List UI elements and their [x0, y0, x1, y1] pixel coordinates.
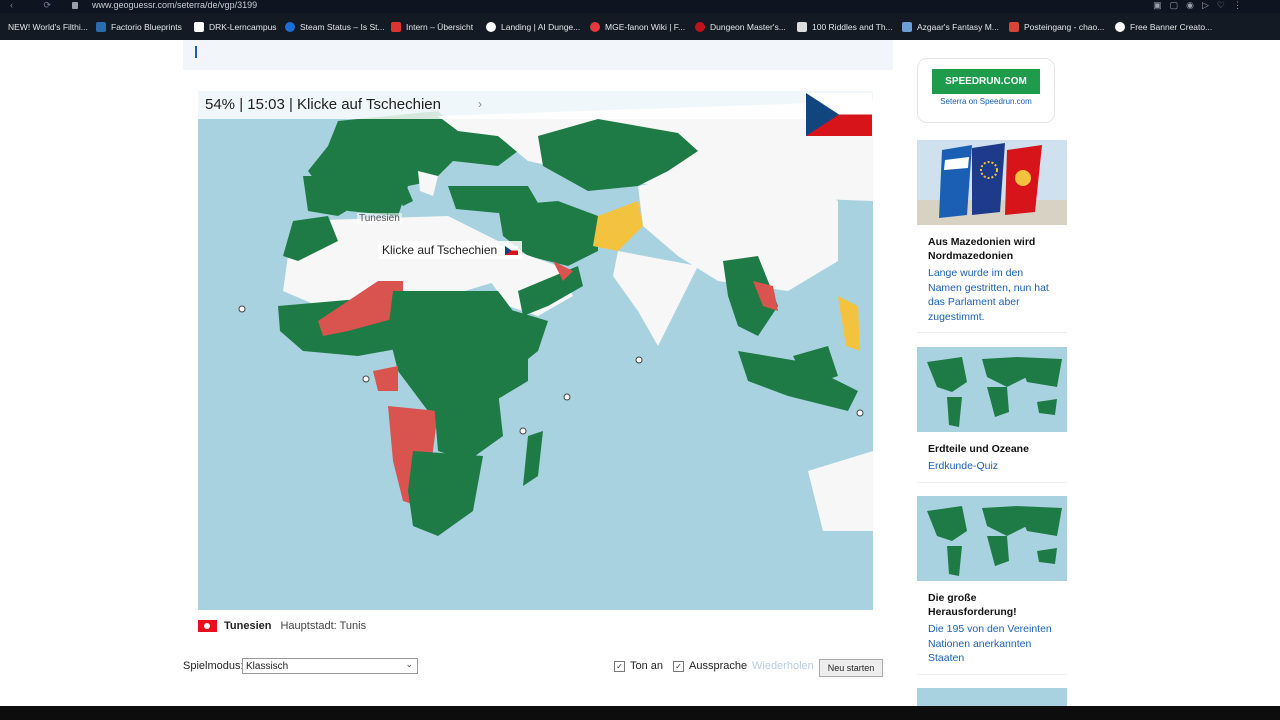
steam-icon — [285, 22, 295, 32]
sidebar-card-partial[interactable] — [917, 688, 1067, 707]
extension-icons[interactable]: ▣▢◉▷♡⋮ — [1153, 0, 1250, 11]
country-info-row: Tunesien Hauptstadt: Tunis — [198, 618, 366, 634]
bookmark-item[interactable]: Azgaar's Fantasy M... — [902, 21, 999, 33]
checkbox-checked-icon[interactable]: ✓ — [614, 660, 625, 672]
map-marker[interactable] — [238, 305, 246, 313]
world-map-thumb-svg — [927, 357, 1062, 427]
address-bar: ‹ ⟳ www.geoguessr.com/seterra/de/vgp/319… — [0, 0, 1280, 13]
world-map-thumb-svg — [927, 506, 1062, 576]
bookmark-icon — [96, 22, 106, 32]
map-region-cameroon[interactable] — [373, 366, 398, 391]
spielmodus-label: Spielmodus: — [183, 660, 244, 672]
map-marker[interactable] — [856, 409, 864, 417]
spielmodus-select[interactable]: Klassisch ⌄ — [242, 658, 418, 674]
card-desc[interactable]: Die 195 von den Vereinten Nationen anerk… — [928, 622, 1058, 666]
bookmark-icon — [194, 22, 204, 32]
bookmark-item[interactable]: MGE-fanon Wiki | F... — [590, 21, 685, 33]
speedrun-link[interactable]: Seterra on Speedrun.com — [918, 97, 1054, 106]
map-region-australia[interactable] — [808, 451, 873, 531]
chevron-right-icon[interactable]: › — [478, 97, 482, 111]
pronunciation-label: Aussprache — [689, 660, 748, 672]
bookmark-icon — [695, 22, 705, 32]
card-title[interactable]: Erdteile und Ozeane — [928, 442, 1058, 456]
click-tooltip: Klicke auf Tschechien — [378, 241, 523, 259]
map-marker[interactable] — [635, 356, 643, 364]
repeat-link[interactable]: Wiederholen — [752, 660, 814, 672]
chevron-down-icon: ⌄ — [405, 659, 413, 669]
speedrun-logo: SPEEDRUN.COM — [932, 69, 1040, 94]
bookmark-item[interactable]: Free Banner Creato... — [1115, 21, 1212, 33]
card-title[interactable]: Die große Herausforderung! — [928, 591, 1058, 619]
flags-illustration — [917, 143, 1067, 225]
map-marker[interactable] — [519, 427, 527, 435]
speedrun-badge[interactable]: SPEEDRUN.COM Seterra on Speedrun.com — [917, 58, 1055, 123]
lock-icon — [72, 2, 78, 9]
flags-image — [917, 140, 1067, 225]
map-region-east-africa[interactable] — [433, 391, 503, 461]
map-label-tunisia: Tunesien — [357, 213, 402, 224]
czech-flag-icon — [806, 93, 872, 136]
map-region-afghanistan[interactable] — [593, 201, 643, 251]
game-status-bar: 54% | 15:03 | Klicke auf Tschechien › — [198, 91, 873, 119]
bookmark-item[interactable]: NEW! World's Filthi... — [8, 21, 88, 33]
spielmodus-value: Klassisch — [246, 660, 289, 672]
pronunciation-toggle[interactable]: ✓ Aussprache — [673, 660, 747, 672]
card-desc[interactable]: Erdkunde-Quiz — [928, 459, 1058, 474]
game-status-text: 54% | 15:03 | Klicke auf Tschechien — [205, 96, 441, 113]
sidebar-card-macedonia[interactable]: Aus Mazedonien wird Nordmazedonien Lange… — [917, 140, 1067, 333]
card-image — [917, 688, 1067, 706]
checkbox-checked-icon[interactable]: ✓ — [673, 660, 684, 672]
restart-button[interactable]: Neu starten — [819, 659, 883, 677]
bookmark-icon — [902, 22, 912, 32]
map-svg[interactable] — [198, 91, 873, 610]
tooltip-text: Klicke auf Tschechien — [382, 243, 498, 257]
text-cursor — [195, 46, 197, 58]
bookmark-item[interactable]: Intern – Übersicht — [391, 21, 473, 33]
url-field[interactable]: www.geoguessr.com/seterra/de/vgp/3199 — [92, 0, 257, 10]
bookmark-item[interactable]: DRK-Lerncampus — [194, 21, 277, 33]
map-region-southern-africa[interactable] — [408, 451, 483, 536]
bookmark-item[interactable]: Factorio Blueprints — [96, 21, 182, 33]
sidebar-card-challenge[interactable]: Die große Herausforderung! Die 195 von d… — [917, 496, 1067, 675]
card-title[interactable]: Aus Mazedonien wird Nordmazedonien — [928, 235, 1058, 263]
nav-icons[interactable]: ‹ ⟳ — [10, 0, 65, 11]
map-region-india[interactable] — [613, 251, 698, 346]
bottom-bar — [0, 706, 1280, 720]
sound-label: Ton an — [630, 660, 664, 672]
world-map-thumbnail — [917, 496, 1067, 581]
bookmark-item[interactable]: 100 Riddles and Th... — [797, 21, 893, 33]
world-map[interactable] — [198, 91, 873, 610]
country-name: Tunesien — [224, 620, 272, 632]
country-capital: Hauptstadt: Tunis — [280, 620, 367, 632]
czech-mini-flag-icon — [505, 245, 519, 255]
map-region-madagascar[interactable] — [523, 431, 543, 486]
bookmark-item[interactable]: Steam Status – Is St... — [285, 21, 385, 33]
map-region-philippines[interactable] — [838, 296, 860, 351]
bookmark-item[interactable]: Landing | AI Dunge... — [486, 21, 580, 33]
bookmark-item[interactable]: Dungeon Master's... — [695, 21, 786, 33]
sound-toggle[interactable]: ✓ Ton an — [614, 660, 663, 672]
tunisia-flag-icon — [198, 620, 217, 632]
gmail-icon — [1009, 22, 1019, 32]
bookmark-icon — [1115, 22, 1125, 32]
sidebar-card-continents[interactable]: Erdteile und Ozeane Erdkunde-Quiz — [917, 347, 1067, 483]
card-desc[interactable]: Lange wurde im den Namen gestritten, nun… — [928, 266, 1058, 324]
bookmark-icon — [590, 22, 600, 32]
bookmarks-bar: NEW! World's Filthi... Factorio Blueprin… — [0, 13, 1280, 40]
game-controls: Spielmodus: Klassisch ⌄ ✓ Ton an ✓ Aussp… — [183, 657, 883, 679]
bookmark-item[interactable]: Posteingang - chao... — [1009, 21, 1104, 33]
world-map-thumbnail — [917, 347, 1067, 432]
map-marker[interactable] — [362, 375, 370, 383]
map-marker[interactable] — [563, 393, 571, 401]
quiz-header-bar — [183, 40, 893, 70]
bookmark-icon — [486, 22, 496, 32]
bookmark-icon — [797, 22, 807, 32]
bookmark-icon — [391, 22, 401, 32]
